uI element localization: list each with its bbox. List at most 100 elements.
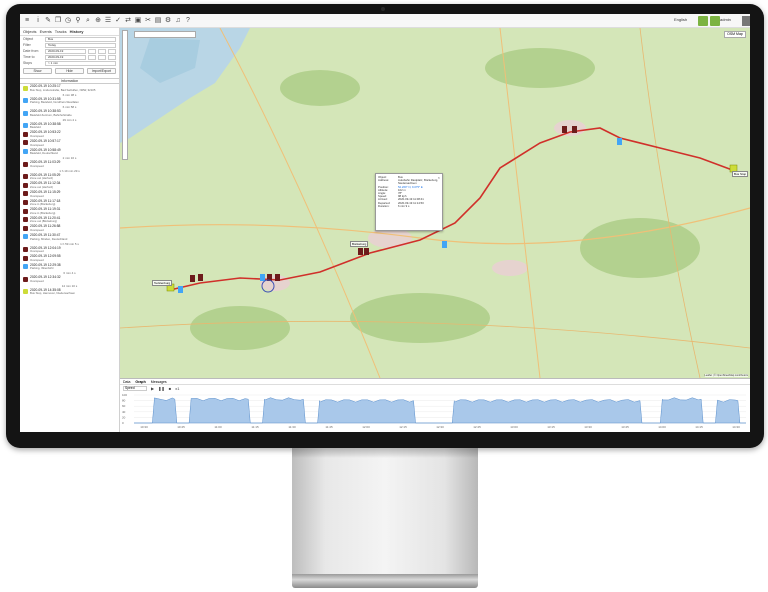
clock-icon[interactable]: ◷ xyxy=(64,17,72,25)
gear-icon[interactable]: ⚙ xyxy=(164,17,172,25)
tab-graph[interactable]: Graph xyxy=(135,380,145,384)
event-item[interactable]: 2020-09-19 10:25:17 Bus Stop, Lindenstraß… xyxy=(20,84,119,93)
event-item[interactable]: 2020-09-19 11:19:31 Zone in (Bückeburg) xyxy=(20,207,119,216)
filter-value[interactable]: Bus xyxy=(45,36,116,42)
event-item[interactable]: 2020-09-19 11:12:34 Zone out (Herford) xyxy=(20,181,119,190)
tab-tracks[interactable]: Tracks xyxy=(55,29,67,34)
parking-marker[interactable] xyxy=(442,241,447,248)
event-marker[interactable] xyxy=(358,248,363,255)
time-spinner[interactable] xyxy=(88,48,96,54)
filter-value[interactable]: 2020-09-19 xyxy=(45,48,86,54)
event-text: 2020-09-19 10:38:53 Bielefeld Zentrum, Ba… xyxy=(30,110,116,117)
monitor-bezel: ≡ i ✎ ❐ ◷ ⚲ ⌕ ⊕ ☰ ✓ ⇄ ▣ ✂ ▤ ⚙ ♫ ? Englis… xyxy=(6,4,764,448)
status-button-green-2[interactable] xyxy=(710,16,720,26)
parking-marker[interactable] xyxy=(178,286,183,293)
time-spinner[interactable] xyxy=(88,54,96,60)
event-item[interactable]: 2020-09-19 10:57:17 Overspeed xyxy=(20,139,119,148)
time-spinner[interactable] xyxy=(108,54,116,60)
speed-icon[interactable]: x1 xyxy=(175,386,179,391)
filter-value[interactable]: Today xyxy=(45,42,116,48)
bottom-panel: Data Graph Messages Speed ▶ ❚❚ ■ x1 100 8… xyxy=(120,378,750,432)
logout-button[interactable] xyxy=(742,16,750,26)
event-item[interactable]: 2020-09-19 11:17:18 Zone in (Bückeburg) xyxy=(20,199,119,208)
map-side-toolbar[interactable] xyxy=(122,30,128,160)
event-item[interactable]: 2020-09-19 10:31:55 Parking, Bielefeld, N… xyxy=(20,97,119,106)
pin-icon[interactable]: ⚲ xyxy=(74,17,82,25)
x-tick-label: 11:30 xyxy=(288,425,296,429)
check-icon[interactable]: ✓ xyxy=(114,17,122,25)
map-attribution[interactable]: Leaflet | © OpenStreetMap contributors xyxy=(704,374,748,377)
map-top-toolbar[interactable] xyxy=(134,31,196,38)
tab-objects[interactable]: Objects xyxy=(23,29,37,34)
chart-icon[interactable]: ▤ xyxy=(154,17,162,25)
event-icon xyxy=(23,85,28,91)
map-layer-selector[interactable]: OSM Map xyxy=(724,31,746,38)
event-item[interactable]: 2020-09-19 12:29:38 Parking, Ibbenbühl xyxy=(20,263,119,272)
bell-icon[interactable]: ♫ xyxy=(174,17,182,25)
event-marker[interactable] xyxy=(572,126,577,133)
tab-messages[interactable]: Messages xyxy=(151,380,167,384)
event-item[interactable]: 2020-09-19 14:35:08 Bus Stop, Hannover, N… xyxy=(20,288,119,297)
time-spinner[interactable] xyxy=(108,48,116,54)
event-item[interactable]: 2020-09-19 11:15:29 Overspeed xyxy=(20,190,119,199)
hide-button[interactable]: Hide xyxy=(55,68,84,74)
event-marker[interactable] xyxy=(198,274,203,281)
map-view[interactable]: OSM Map Bus Stop Bückeburg Tecklenburg × O… xyxy=(120,28,750,378)
event-item[interactable]: 2020-09-19 10:38:58 Bielefeld xyxy=(20,122,119,131)
event-marker[interactable] xyxy=(562,126,567,133)
filter-value[interactable]: > 1 min xyxy=(45,60,116,66)
popup-row: Duration: 6 min 9 s xyxy=(378,204,440,208)
status-button-green[interactable] xyxy=(698,16,708,26)
event-icon xyxy=(23,149,28,155)
event-marker[interactable] xyxy=(364,248,369,255)
event-item[interactable]: 2020-09-19 11:20:41 Zone out (Bückeburg) xyxy=(20,216,119,225)
parking-marker[interactable] xyxy=(617,138,622,145)
x-tick-label: 12:00 xyxy=(362,425,370,429)
stop-icon[interactable]: ■ xyxy=(169,386,171,391)
info-popup: × Object: Bus Address: Autobahn Rastplatz, … xyxy=(375,173,443,231)
list-icon[interactable]: ☰ xyxy=(104,17,112,25)
event-item[interactable]: 2020-09-19 12:04:19 Overspeed xyxy=(20,246,119,255)
import-export-button[interactable]: Import/Export xyxy=(87,68,116,74)
language-selector[interactable]: English xyxy=(674,17,687,22)
event-item[interactable]: 2020-09-19 10:53:22 Overspeed xyxy=(20,130,119,139)
y-tick-label: 0 xyxy=(122,421,124,425)
close-icon[interactable]: × xyxy=(438,175,440,180)
speed-graph[interactable]: 100 8060 4020 0 10:30 10:45 11:00 11:15 11:30 11… xyxy=(120,393,750,432)
user-menu[interactable]: admin xyxy=(720,17,731,22)
event-item[interactable]: 2020-09-19 11:30:47 Parking, Minden, Deut… xyxy=(20,233,119,242)
route-icon[interactable]: ⇄ xyxy=(124,17,132,25)
event-marker[interactable] xyxy=(190,275,195,282)
time-spinner[interactable] xyxy=(98,48,106,54)
pause-icon[interactable]: ❚❚ xyxy=(158,386,165,391)
menu-icon[interactable]: ≡ xyxy=(23,17,31,25)
y-tick-label: 20 xyxy=(122,415,126,419)
event-item[interactable]: 2020-09-19 10:38:53 Bielefeld Zentrum, Ba… xyxy=(20,109,119,118)
event-address: Zone in (Bückeburg) xyxy=(30,210,56,215)
search-icon[interactable]: ⌕ xyxy=(84,17,92,25)
time-spinner[interactable] xyxy=(98,54,106,60)
event-item[interactable]: 2020-09-19 10:58:49 Bielefeld, Deutschlan… xyxy=(20,148,119,157)
parking-marker[interactable] xyxy=(260,274,265,281)
event-item[interactable]: 2020-09-19 12:09:55 Overspeed xyxy=(20,254,119,263)
pen-icon[interactable]: ✎ xyxy=(44,17,52,25)
tab-events[interactable]: Events xyxy=(40,29,52,34)
event-item[interactable]: 2020-09-19 11:05:29 Zone out (Herford) xyxy=(20,173,119,182)
filter-value[interactable]: 2020-09-19 xyxy=(45,54,86,60)
info-icon[interactable]: i xyxy=(34,17,42,25)
event-item[interactable]: 2020-09-19 11:03:29 Overspeed xyxy=(20,160,119,169)
event-item[interactable]: 2020-09-19 11:26:58 Overspeed xyxy=(20,224,119,233)
event-marker[interactable] xyxy=(275,274,280,281)
help-icon[interactable]: ? xyxy=(184,17,192,25)
event-item[interactable]: 2020-09-19 12:34:32 Overspeed xyxy=(20,275,119,284)
screen: ≡ i ✎ ❐ ◷ ⚲ ⌕ ⊕ ☰ ✓ ⇄ ▣ ✂ ▤ ⚙ ♫ ? Englis… xyxy=(20,14,750,432)
tab-data[interactable]: Data xyxy=(123,380,130,384)
show-button[interactable]: Show xyxy=(23,68,52,74)
wrench-icon[interactable]: ✂ xyxy=(144,17,152,25)
copy-icon[interactable]: ❐ xyxy=(54,17,62,25)
graph-type-select[interactable]: Speed xyxy=(123,386,147,391)
truck-icon[interactable]: ▣ xyxy=(134,17,142,25)
zoom-icon[interactable]: ⊕ xyxy=(94,17,102,25)
tab-history[interactable]: History xyxy=(70,29,84,34)
play-icon[interactable]: ▶ xyxy=(151,386,154,391)
